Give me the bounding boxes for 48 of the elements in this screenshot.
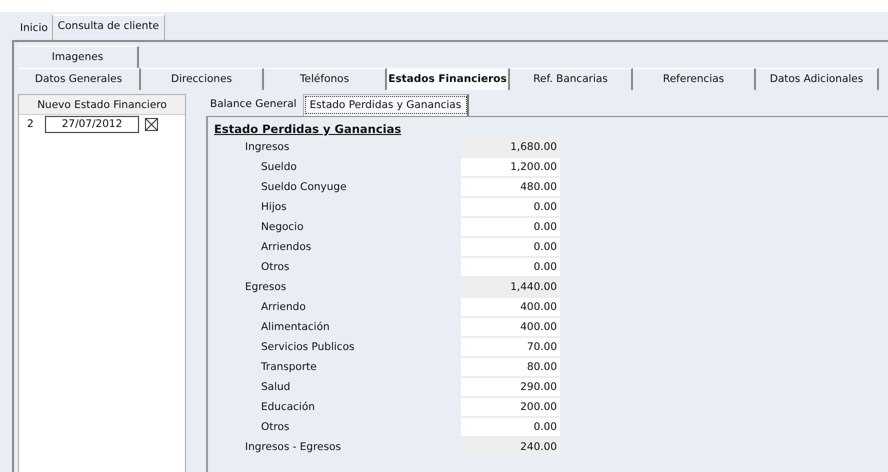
tab[interactable]: Direcciones [141, 68, 264, 90]
row-label: Arriendo [260, 301, 307, 313]
tab[interactable]: Datos Generales [18, 68, 141, 90]
row-label: Alimentación [260, 321, 331, 333]
tab[interactable]: Consulta de cliente [52, 14, 165, 40]
amount-field: 1,440.00 [461, 278, 560, 296]
tab[interactable]: Inicio [16, 17, 52, 40]
amount-field[interactable]: 80.00 [461, 358, 560, 376]
row-label: Otros [260, 421, 290, 433]
tab[interactable]: Estado Perdidas y Ganancias [302, 94, 470, 116]
row-label: Sueldo Conyuge [260, 181, 348, 193]
amount-field[interactable]: 0.00 [461, 238, 560, 256]
tab[interactable]: Referencias [633, 68, 756, 90]
new-statement-button[interactable]: Nuevo Estado Financiero [19, 95, 185, 115]
row-label: Egresos [244, 281, 288, 293]
amount-field[interactable]: 0.00 [461, 198, 560, 216]
amount-field[interactable]: 480.00 [461, 178, 560, 196]
row-label: Salud [260, 381, 292, 393]
amount-field: 240.00 [461, 438, 560, 456]
amount-field[interactable]: 1,200.00 [461, 158, 560, 176]
tab[interactable]: Datos Adicionales [756, 68, 879, 90]
amount-field: 1,680.00 [461, 138, 560, 156]
row-label: Transporte [260, 361, 318, 373]
delete-icon[interactable] [145, 118, 158, 130]
date-field[interactable]: 27/07/2012 [45, 116, 139, 132]
statement-number: 2 [27, 118, 35, 130]
amount-field[interactable]: 400.00 [461, 318, 560, 336]
amount-field[interactable]: 70.00 [461, 338, 560, 356]
row-label: Educación [260, 401, 316, 413]
tab[interactable]: Estados Financieros [387, 68, 510, 90]
amount-field[interactable]: 200.00 [461, 398, 560, 416]
row-label: Servicios Publicos [260, 341, 356, 353]
amount-field[interactable]: 0.00 [461, 418, 560, 436]
row-label: Otros [260, 261, 290, 273]
tab[interactable]: Ref. Bancarias [510, 68, 633, 90]
tab[interactable]: Imagenes [18, 46, 139, 68]
tab[interactable]: Balance General [206, 94, 301, 116]
row-label: Ingresos [244, 141, 290, 153]
row-label: Negocio [260, 221, 305, 233]
statement-title: Estado Perdidas y Ganancias [214, 121, 402, 137]
row-label: Hijos [260, 201, 288, 213]
amount-field[interactable]: 0.00 [461, 218, 560, 236]
row-label: Arriendos [260, 241, 312, 253]
amount-field[interactable]: 290.00 [461, 378, 560, 396]
amount-field[interactable]: 400.00 [461, 298, 560, 316]
amount-field[interactable]: 0.00 [461, 258, 560, 276]
row-label: Ingresos - Egresos [244, 441, 342, 453]
row-label: Sueldo [260, 161, 298, 173]
